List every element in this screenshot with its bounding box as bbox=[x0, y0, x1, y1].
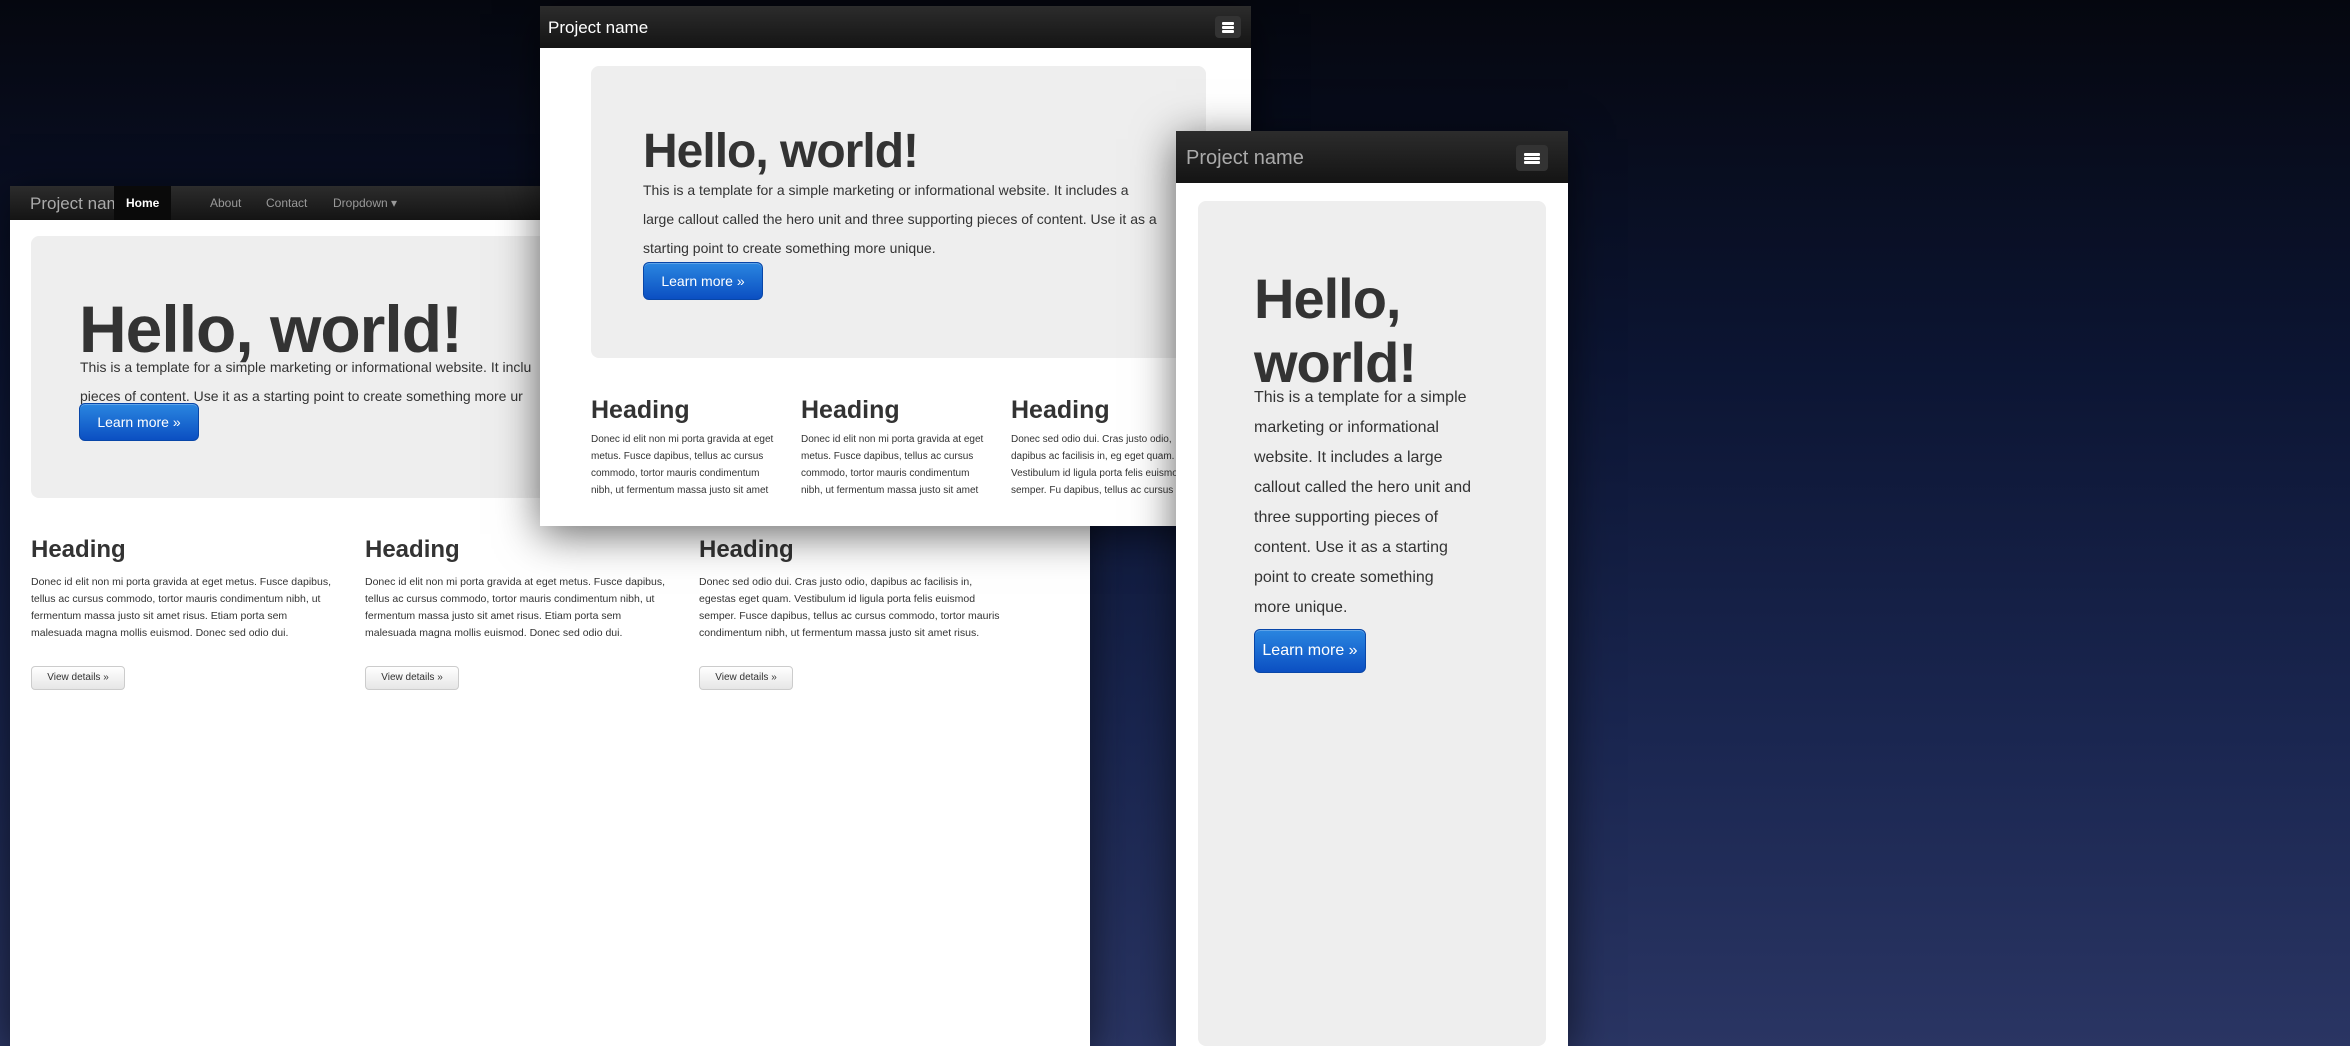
hero-unit: Hello, world! This is a template for a s… bbox=[1198, 201, 1546, 1046]
column-heading: Heading bbox=[31, 536, 126, 563]
column-text: Donec id elit non mi porta gravida at eg… bbox=[801, 434, 984, 496]
nav-about[interactable]: About bbox=[210, 196, 241, 210]
learn-more-button[interactable]: Learn more » bbox=[1254, 629, 1366, 673]
column-heading: Heading bbox=[699, 536, 794, 563]
column-heading: Heading bbox=[365, 536, 460, 563]
menu-toggle-button[interactable] bbox=[1516, 145, 1548, 171]
hero-title-line-2: world! bbox=[1254, 331, 1417, 394]
column-text: Donec sed odio dui. Cras justo odio, dap… bbox=[699, 576, 1000, 639]
hero-line-7: point to create something bbox=[1254, 569, 1434, 586]
column-2: Heading Donec id elit non mi porta gravi… bbox=[801, 396, 989, 499]
tablet-window: Project name Hello, world! This is a tem… bbox=[540, 6, 1251, 526]
column-text: Donec id elit non mi porta gravida at eg… bbox=[591, 434, 774, 496]
hero-line-2: pieces of content. Use it as a starting … bbox=[80, 388, 523, 404]
hero-line-2: marketing or informational bbox=[1254, 419, 1439, 436]
phone-window: Project name Hello, world! This is a tem… bbox=[1176, 131, 1568, 1046]
column-3: Heading Donec sed odio dui. Cras justo o… bbox=[1011, 396, 1199, 499]
learn-more-button[interactable]: Learn more » bbox=[643, 262, 763, 300]
hero-text: This is a template for a simple marketin… bbox=[643, 182, 1157, 256]
column-1: Heading Donec id elit non mi porta gravi… bbox=[591, 396, 779, 499]
hero-line-1: This is a template for a simple marketin… bbox=[80, 359, 532, 375]
hero-line-1: This is a template for a simple bbox=[1254, 389, 1467, 406]
nav-dropdown[interactable]: Dropdown ▾ bbox=[333, 196, 397, 210]
view-details-button[interactable]: View details » bbox=[31, 666, 125, 690]
brand-link[interactable]: Project name bbox=[548, 18, 648, 38]
navbar: Project name bbox=[540, 6, 1251, 48]
menu-toggle-button[interactable] bbox=[1215, 16, 1241, 38]
column-2: Heading Donec id elit non mi porta gravi… bbox=[365, 536, 670, 642]
brand-link[interactable]: Project name bbox=[1186, 147, 1304, 170]
nav-home[interactable]: Home bbox=[114, 186, 172, 220]
view-details-button[interactable]: View details » bbox=[365, 666, 459, 690]
column-3: Heading Donec sed odio dui. Cras justo o… bbox=[699, 536, 1009, 642]
column-heading: Heading bbox=[591, 396, 690, 424]
column-text: Donec sed odio dui. Cras justo odio, dap… bbox=[1011, 434, 1184, 496]
column-heading: Heading bbox=[1011, 396, 1110, 424]
column-text: Donec id elit non mi porta gravida at eg… bbox=[31, 576, 331, 639]
hero-line-6: content. Use it as a starting bbox=[1254, 539, 1448, 556]
hero-line-5: three supporting pieces of bbox=[1254, 509, 1439, 526]
hero-line-8: more unique. bbox=[1254, 599, 1348, 616]
column-1: Heading Donec id elit non mi porta gravi… bbox=[31, 536, 336, 642]
hero-title: Hello, world! bbox=[643, 125, 919, 178]
learn-more-button[interactable]: Learn more » bbox=[79, 403, 199, 441]
column-heading: Heading bbox=[801, 396, 900, 424]
nav-contact[interactable]: Contact bbox=[266, 196, 307, 210]
column-text: Donec id elit non mi porta gravida at eg… bbox=[365, 576, 665, 639]
navbar: Project name bbox=[1176, 131, 1568, 183]
hero-line-4: callout called the hero unit and bbox=[1254, 479, 1472, 496]
hero-unit: Hello, world! This is a template for a s… bbox=[591, 66, 1206, 358]
hero-title-line-1: Hello, bbox=[1254, 267, 1401, 330]
view-details-button[interactable]: View details » bbox=[699, 666, 793, 690]
hero-title: Hello, world! bbox=[79, 292, 463, 366]
hero-line-3: website. It includes a large bbox=[1254, 449, 1443, 466]
